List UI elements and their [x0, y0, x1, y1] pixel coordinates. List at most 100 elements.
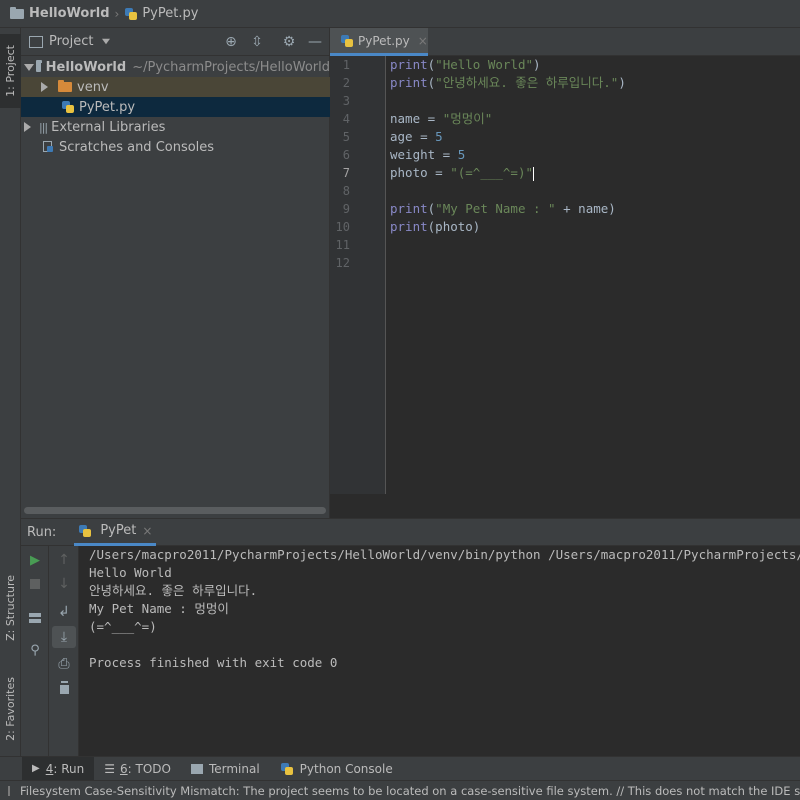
rerun-icon[interactable]: ▶ [25, 550, 45, 570]
python-file-icon [124, 7, 138, 21]
gear-icon[interactable]: ⚙ [281, 34, 297, 50]
tab-structure-tool-label: Z: Structure [4, 575, 17, 641]
code-token: "Hello World" [435, 57, 534, 72]
code-token: "멍멍이" [442, 111, 493, 126]
tab-run-pypet-label: PyPet [100, 523, 137, 538]
line-number-gutter: 1 2 3 4 5 6 7 8 9 10 11 12 [330, 56, 386, 494]
code-line-6: weight = 5 [390, 146, 465, 164]
close-icon[interactable]: × [142, 524, 152, 538]
chevron-right-icon[interactable] [24, 122, 31, 132]
tab-pypet[interactable]: PyPet.py × [330, 28, 428, 56]
tab-project-tool[interactable]: 1: Project [0, 34, 21, 108]
arrow-down-icon[interactable]: ↓ [54, 574, 74, 594]
code-token: weight = [390, 147, 458, 162]
code-token: (photo) [427, 219, 481, 234]
chevron-down-icon[interactable] [102, 38, 111, 45]
pin-icon[interactable]: ⚲ [25, 640, 45, 660]
left-tool-strip: 1: Project Z: Structure 2: Favorites [0, 28, 21, 756]
run-toolbar-secondary: ↑ ↓ ↲ ⤓ ⎙ [49, 546, 79, 756]
python-file-icon [61, 100, 75, 114]
tree-item-external-libraries-label: External Libraries [51, 119, 166, 135]
scroll-to-end-icon[interactable]: ⤓ [52, 626, 76, 648]
print-icon[interactable]: ⎙ [54, 654, 74, 674]
python-console-icon [280, 762, 294, 776]
code-token: "My Pet Name : " [435, 201, 556, 216]
tree-item-scratches[interactable]: Scratches and Consoles [21, 137, 330, 157]
list-icon: ☰ [104, 761, 115, 776]
folder-icon [10, 6, 24, 19]
locate-icon[interactable]: ⊕ [223, 34, 239, 50]
line-number: 10 [335, 220, 350, 234]
tree-root-name: HelloWorld [45, 59, 127, 75]
line-number: 6 [342, 148, 350, 162]
trash-icon[interactable] [54, 678, 74, 698]
chevron-right-icon[interactable] [41, 82, 48, 92]
project-view-icon [29, 35, 43, 48]
tree-item-venv[interactable]: venv [21, 77, 330, 97]
tab-terminal-tool-label: Terminal [208, 761, 260, 776]
tab-run-pypet[interactable]: PyPet × [74, 518, 157, 546]
arrow-up-icon[interactable]: ↑ [54, 550, 74, 570]
code-line-1: print("Hello World") [390, 56, 541, 74]
project-view-selector[interactable]: Project [49, 34, 93, 49]
project-panel: Project ⊕ ⇳ ⚙ — HelloWorld ~/PycharmProj… [21, 28, 330, 518]
tab-favorites-tool-label: 2: Favorites [4, 677, 17, 741]
tree-item-external-libraries[interactable]: ||| External Libraries [21, 117, 330, 137]
project-panel-header: Project ⊕ ⇳ ⚙ — [21, 28, 330, 56]
tab-run-tool[interactable]: ▶ 4: Run [22, 756, 95, 781]
stop-icon[interactable] [25, 574, 45, 594]
code-token: print [390, 75, 428, 90]
code-line-10: print(photo) [390, 218, 480, 236]
status-message[interactable]: Filesystem Case-Sensitivity Mismatch: Th… [20, 784, 800, 798]
line-number: 11 [335, 238, 350, 252]
code-token: 5 [435, 129, 443, 144]
hide-icon[interactable]: — [307, 34, 323, 50]
tab-python-console-tool[interactable]: Python Console [270, 757, 403, 781]
code-token: "(=^___^=)" [450, 165, 534, 180]
tab-pypet-label: PyPet.py [358, 33, 410, 48]
console-line: 안녕하세요. 좋은 하루입니다. [89, 583, 258, 598]
tab-favorites-tool[interactable]: 2: Favorites [0, 664, 21, 754]
status-toggle-icon[interactable] [8, 785, 10, 796]
console-line: (=^___^=) [89, 619, 157, 634]
console-line: /Users/macpro2011/PycharmProjects/HelloW… [89, 547, 800, 562]
tab-structure-tool[interactable]: Z: Structure [0, 568, 21, 648]
layout-icon[interactable] [25, 608, 45, 628]
code-token: "안녕하세요. 좋은 하루입니다." [435, 75, 619, 90]
run-console[interactable]: /Users/macpro2011/PycharmProjects/HelloW… [79, 546, 800, 756]
breadcrumb-project-label: HelloWorld [29, 6, 110, 21]
project-horizontal-scrollbar[interactable] [24, 507, 326, 514]
code-line-7: photo = "(=^___^=)" [390, 164, 535, 182]
code-line-9: print("My Pet Name : " + name) [390, 200, 616, 218]
tab-todo-tool[interactable]: ☰ 6: TODO [94, 757, 181, 781]
line-number-current: 7 [342, 166, 350, 180]
code-editor[interactable]: print("Hello World") print("안녕하세요. 좋은 하루… [386, 56, 800, 494]
chevron-down-icon[interactable] [23, 63, 34, 71]
collapse-all-icon[interactable]: ⇳ [249, 34, 265, 50]
editor-footer [330, 494, 800, 518]
tree-item-pypet[interactable]: PyPet.py [21, 97, 330, 117]
soft-wrap-icon[interactable]: ↲ [54, 602, 74, 622]
breadcrumb-file-label: PyPet.py [142, 6, 199, 21]
text-caret [533, 166, 535, 181]
code-token: age = [390, 129, 436, 144]
tab-todo-tool-num: 6 [119, 761, 128, 776]
editor-tab-bar: PyPet.py × [330, 28, 800, 56]
tree-root-path: ~/PycharmProjects/HelloWorld [132, 59, 330, 75]
console-line-exit: Process finished with exit code 0 [89, 655, 338, 670]
close-icon[interactable]: × [418, 34, 428, 48]
code-token: name = [390, 111, 443, 126]
tree-item-pypet-label: PyPet.py [79, 99, 136, 115]
line-number: 3 [342, 94, 350, 108]
breadcrumb-file[interactable]: PyPet.py [124, 6, 198, 21]
folder-icon [36, 60, 42, 72]
tree-item-root[interactable]: HelloWorld ~/PycharmProjects/HelloWorld [21, 57, 330, 77]
python-file-icon [78, 524, 92, 538]
tab-run-tool-num: 4 [45, 761, 54, 776]
code-line-5: age = 5 [390, 128, 443, 146]
code-token: print [390, 201, 428, 216]
tab-terminal-tool[interactable]: Terminal [181, 757, 270, 781]
breadcrumb-separator: › [114, 6, 120, 21]
code-token: 5 [457, 147, 466, 162]
breadcrumb-project[interactable]: HelloWorld [10, 6, 110, 21]
